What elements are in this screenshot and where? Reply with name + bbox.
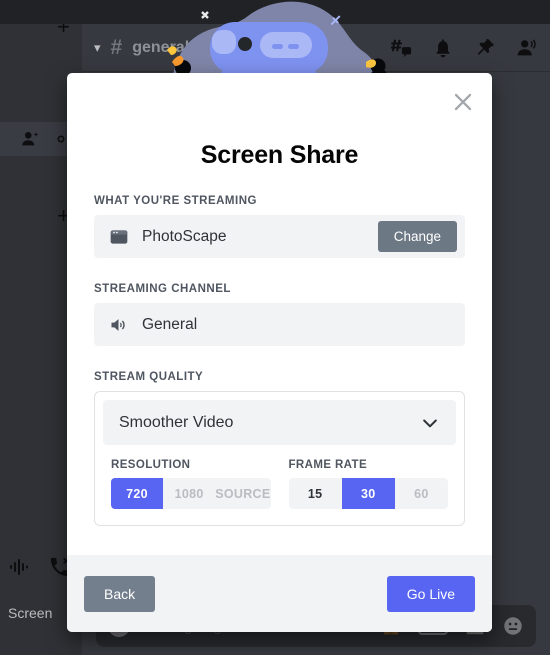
resolution-group: RESOLUTION 720 1080 SOURCE [111, 459, 271, 509]
modal-body: Screen Share WHAT YOU'RE STREAMING Photo… [67, 73, 492, 555]
streaming-channel-row: General [94, 303, 465, 346]
voice-connection-icons [8, 555, 72, 579]
window-titlebar [0, 0, 550, 24]
members-icon[interactable] [516, 37, 538, 59]
emoji-icon[interactable] [502, 615, 524, 637]
frame-rate-label: FRAME RATE [288, 459, 368, 471]
chevron-down-icon[interactable]: ▾ [94, 40, 101, 56]
go-live-button[interactable]: Go Live [386, 575, 475, 612]
window-icon [110, 229, 128, 244]
frame-rate-option-15[interactable]: 15 [289, 478, 342, 509]
close-icon[interactable] [450, 89, 476, 115]
streaming-source-row: PhotoScape Change [94, 215, 465, 258]
channel-section-label: STREAMING CHANNEL [94, 283, 231, 295]
bell-icon[interactable] [432, 37, 454, 59]
streaming-channel-value: General [142, 315, 198, 333]
quality-section-label: STREAM QUALITY [94, 371, 204, 383]
resolution-segmented-control[interactable]: 720 1080 SOURCE [111, 478, 271, 509]
screen-share-dialog-screenshot: + + Screen ▾ # general Screen Share WHAT… [0, 0, 550, 655]
create-thread-icon[interactable] [390, 37, 412, 59]
pin-icon[interactable] [474, 37, 496, 59]
source-section-label: WHAT YOU'RE STREAMING [94, 195, 257, 207]
change-source-button[interactable]: Change [377, 221, 457, 252]
chevron-down-icon[interactable] [420, 413, 440, 433]
voice-status-label: Screen [8, 605, 53, 621]
page-title: Screen Share [200, 141, 359, 169]
quality-preset-value: Smoother Video [119, 413, 234, 431]
signal-icon[interactable] [8, 555, 32, 579]
frame-rate-segmented-control[interactable]: 15 30 60 [288, 478, 448, 509]
resolution-label: RESOLUTION [111, 459, 191, 471]
topbar-actions [390, 37, 538, 59]
streaming-source-value: PhotoScape [142, 227, 227, 245]
back-button[interactable]: Back [84, 575, 156, 612]
quality-options: RESOLUTION 720 1080 SOURCE FRAME RATE 15… [103, 445, 456, 517]
stream-quality-box: Smoother Video RESOLUTION 720 1080 SOURC… [94, 391, 465, 526]
frame-rate-option-30[interactable]: 30 [341, 478, 395, 509]
resolution-option-source[interactable]: SOURCE [215, 478, 270, 509]
frame-rate-group: FRAME RATE 15 30 60 [288, 459, 448, 509]
frame-rate-option-60[interactable]: 60 [395, 478, 448, 509]
channel-name: general [132, 38, 190, 56]
modal-footer: Back Go Live [67, 555, 492, 632]
resolution-option-720[interactable]: 720 [111, 478, 164, 509]
add-person-icon[interactable] [20, 128, 42, 150]
speaker-icon [111, 318, 125, 331]
hash-icon: # [110, 36, 123, 59]
quality-preset-select[interactable]: Smoother Video [103, 400, 456, 445]
channel-topbar: ▾ # general [82, 24, 550, 72]
screen-share-modal: Screen Share WHAT YOU'RE STREAMING Photo… [67, 73, 492, 632]
resolution-option-1080[interactable]: 1080 [163, 478, 215, 509]
